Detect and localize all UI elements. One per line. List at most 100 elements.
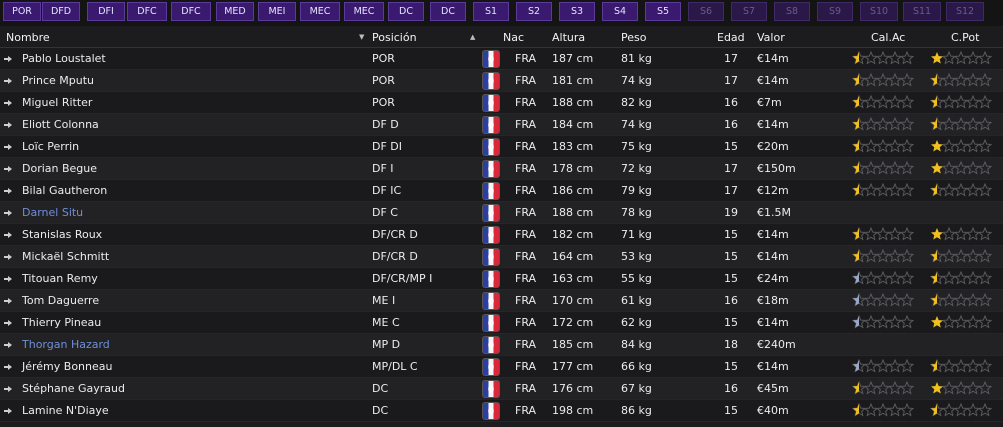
table-row[interactable]: Jérémy Bonneau MP/DL C FRA 177 cm 66 kg €14m 1…	[0, 356, 1003, 378]
player-nationality: FRA	[515, 206, 537, 219]
tab-s3-13[interactable]: S3	[559, 2, 595, 21]
player-name[interactable]: Bilal Gautheron	[22, 184, 107, 197]
player-name[interactable]: Lamine N'Diaye	[22, 404, 109, 417]
tab-dfi-2[interactable]: DFI	[87, 2, 125, 21]
column-header-nac[interactable]: Nac	[503, 31, 524, 44]
player-name[interactable]: Darnel Situ	[22, 206, 83, 219]
player-nationality: FRA	[515, 316, 537, 329]
player-name[interactable]: Stéphane Gayraud	[22, 382, 125, 395]
table-row[interactable]: Tom Daguerre ME I FRA 170 cm 61 kg €18m 16	[0, 290, 1003, 312]
table-row[interactable]: Stanislas Roux DF/CR D FRA 182 cm 71 kg €14m 1…	[0, 224, 1003, 246]
tab-dfc-3[interactable]: DFC	[127, 2, 167, 21]
column-header-cal-ac[interactable]: Cal.Ac	[871, 31, 905, 44]
sort-asc-icon[interactable]: ▲	[470, 33, 475, 41]
club-badge-icon	[482, 336, 500, 354]
table-row[interactable]: Stéphane Gayraud DC FRA 176 cm 67 kg €45m 16	[0, 378, 1003, 400]
table-row[interactable]: Eliott Colonna DF D FRA 184 cm 74 kg €14m 16	[0, 114, 1003, 136]
player-age: 15	[724, 250, 738, 263]
column-header-c-pot[interactable]: C.Pot	[951, 31, 979, 44]
tab-s4-14[interactable]: S4	[602, 2, 638, 21]
tab-s11-21: S11	[903, 2, 941, 21]
star-empty-icon	[900, 315, 914, 329]
player-weight: 66 kg	[621, 360, 652, 373]
tab-med-5[interactable]: MED	[216, 2, 254, 21]
column-header-edad[interactable]: Edad	[717, 31, 745, 44]
row-action-arrow-icon[interactable]	[4, 210, 12, 216]
tab-por-0[interactable]: POR	[3, 2, 41, 21]
column-header-peso[interactable]: Peso	[621, 31, 646, 44]
row-action-arrow-icon[interactable]	[4, 408, 12, 414]
player-name[interactable]: Pablo Loustalet	[22, 52, 106, 65]
player-height: 182 cm	[552, 228, 594, 241]
row-action-arrow-icon[interactable]	[4, 232, 12, 238]
star-empty-icon	[900, 183, 914, 197]
player-position: ME C	[372, 316, 400, 329]
column-header-altura[interactable]: Altura	[552, 31, 585, 44]
player-nationality: FRA	[515, 162, 537, 175]
player-name[interactable]: Thierry Pineau	[22, 316, 101, 329]
table-row[interactable]: Pablo Loustalet POR FRA 187 cm 81 kg €14m 17	[0, 48, 1003, 70]
player-name[interactable]: Eliott Colonna	[22, 118, 99, 131]
player-nationality: FRA	[515, 404, 537, 417]
row-action-arrow-icon[interactable]	[4, 386, 12, 392]
row-action-arrow-icon[interactable]	[4, 122, 12, 128]
row-action-arrow-icon[interactable]	[4, 56, 12, 62]
star-empty-icon	[978, 249, 992, 263]
star-empty-icon	[978, 73, 992, 87]
club-badge-icon	[482, 160, 500, 178]
row-action-arrow-icon[interactable]	[4, 78, 12, 84]
player-nationality: FRA	[515, 360, 537, 373]
table-row[interactable]: Miguel Ritter POR FRA 188 cm 82 kg €7m 16	[0, 92, 1003, 114]
player-name[interactable]: Loïc Perrin	[22, 140, 79, 153]
row-action-arrow-icon[interactable]	[4, 144, 12, 150]
tab-dfd-1[interactable]: DFD	[42, 2, 80, 21]
table-row[interactable]: Dorian Begue DF I FRA 178 cm 72 kg €150m 17	[0, 158, 1003, 180]
player-name[interactable]: Prince Mputu	[22, 74, 94, 87]
row-action-arrow-icon[interactable]	[4, 320, 12, 326]
sort-desc-icon[interactable]: ▼	[359, 33, 364, 41]
row-action-arrow-icon[interactable]	[4, 298, 12, 304]
row-action-arrow-icon[interactable]	[4, 188, 12, 194]
star-empty-icon	[978, 51, 992, 65]
player-age: 16	[724, 294, 738, 307]
player-name[interactable]: Mickaël Schmitt	[22, 250, 109, 263]
column-header-posicion[interactable]: Posición	[372, 31, 417, 44]
column-header-valor[interactable]: Valor	[757, 31, 785, 44]
table-row[interactable]: Darnel Situ DF C FRA 188 cm 78 kg €1.5M 19	[0, 202, 1003, 224]
tab-dc-9[interactable]: DC	[388, 2, 424, 21]
player-name[interactable]: Thorgan Hazard	[22, 338, 110, 351]
table-row[interactable]: Loïc Perrin DF DI FRA 183 cm 75 kg €20m 15	[0, 136, 1003, 158]
row-action-arrow-icon[interactable]	[4, 342, 12, 348]
player-name[interactable]: Miguel Ritter	[22, 96, 92, 109]
table-row[interactable]: Bilal Gautheron DF IC FRA 186 cm 79 kg €12m 17	[0, 180, 1003, 202]
player-name[interactable]: Jérémy Bonneau	[22, 360, 112, 373]
column-header-nombre[interactable]: Nombre	[6, 31, 50, 44]
player-weight: 84 kg	[621, 338, 652, 351]
table-row[interactable]: Titouan Remy DF/CR/MP I FRA 163 cm 55 kg €24m…	[0, 268, 1003, 290]
tab-dfc-4[interactable]: DFC	[171, 2, 211, 21]
player-name[interactable]: Stanislas Roux	[22, 228, 102, 241]
player-name[interactable]: Titouan Remy	[22, 272, 98, 285]
table-row[interactable]: Prince Mputu POR FRA 181 cm 74 kg €14m 17	[0, 70, 1003, 92]
tab-mec-7[interactable]: MEC	[300, 2, 340, 21]
tab-s5-15[interactable]: S5	[645, 2, 681, 21]
row-action-arrow-icon[interactable]	[4, 276, 12, 282]
player-height: 188 cm	[552, 206, 594, 219]
tab-s2-12[interactable]: S2	[516, 2, 552, 21]
player-value: €12m	[757, 184, 789, 197]
table-row[interactable]: Lamine N'Diaye DC FRA 198 cm 86 kg €40m 15	[0, 400, 1003, 422]
table-row[interactable]: Thorgan Hazard MP D FRA 185 cm 84 kg €240m 18	[0, 334, 1003, 356]
tab-s1-11[interactable]: S1	[473, 2, 509, 21]
player-name[interactable]: Tom Daguerre	[22, 294, 99, 307]
row-action-arrow-icon[interactable]	[4, 100, 12, 106]
table-row[interactable]: Thierry Pineau ME C FRA 172 cm 62 kg €14m 15	[0, 312, 1003, 334]
row-action-arrow-icon[interactable]	[4, 364, 12, 370]
club-badge-icon	[482, 182, 500, 200]
tab-dc-10[interactable]: DC	[430, 2, 466, 21]
row-action-arrow-icon[interactable]	[4, 254, 12, 260]
player-name[interactable]: Dorian Begue	[22, 162, 97, 175]
tab-mec-8[interactable]: MEC	[344, 2, 384, 21]
row-action-arrow-icon[interactable]	[4, 166, 12, 172]
table-row[interactable]: Mickaël Schmitt DF/CR D FRA 164 cm 53 kg €14m…	[0, 246, 1003, 268]
tab-mei-6[interactable]: MEI	[258, 2, 296, 21]
